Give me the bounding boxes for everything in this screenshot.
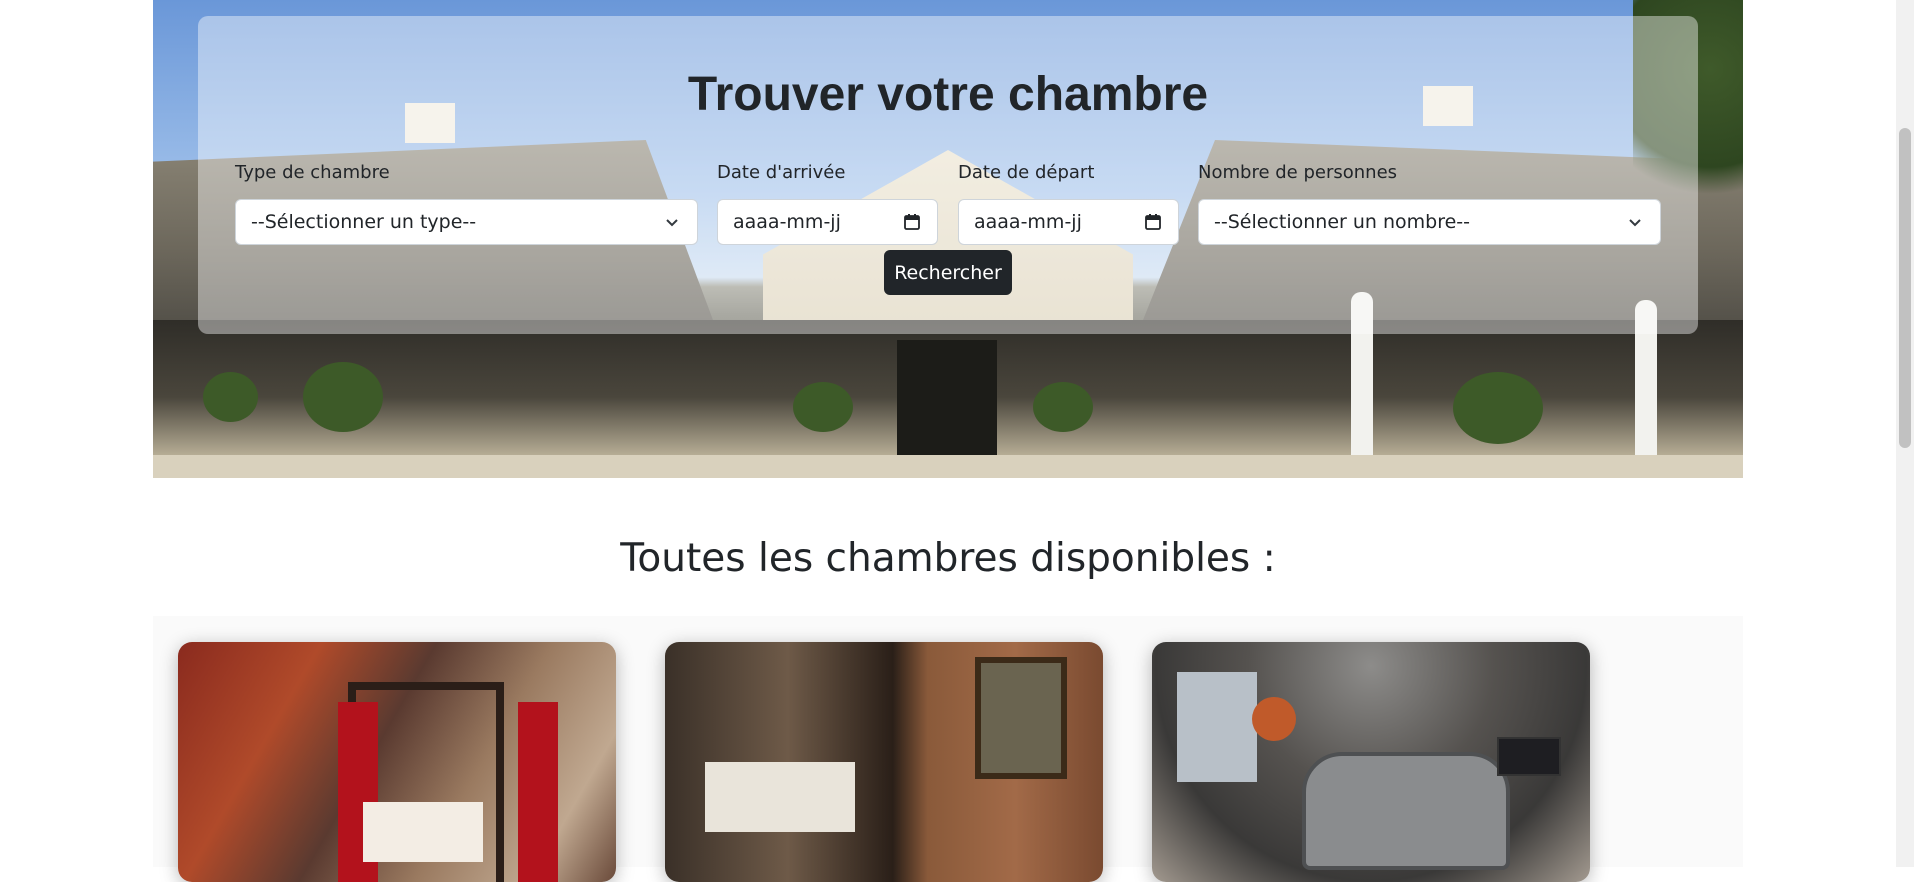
rooms-section-title: Toutes les chambres disponibles : — [620, 536, 1276, 581]
room-image — [665, 642, 1103, 882]
scrollbar-thumb[interactable] — [1899, 128, 1911, 448]
arrival-label: Date d'arrivée — [717, 162, 846, 183]
hero-door — [897, 340, 997, 460]
room-card[interactable] — [665, 642, 1103, 882]
arrival-date-input[interactable]: aaaa-mm-jj — [717, 199, 938, 245]
room-type-value: --Sélectionner un type-- — [251, 211, 477, 233]
room-type-label: Type de chambre — [235, 162, 390, 183]
hero-plant — [1033, 382, 1093, 432]
search-button[interactable]: Rechercher — [884, 250, 1012, 295]
room-card[interactable] — [178, 642, 616, 882]
search-panel: Trouver votre chambre Type de chambre --… — [198, 16, 1698, 334]
calendar-icon[interactable] — [1143, 212, 1163, 232]
room-image — [178, 642, 616, 882]
arrival-value: aaaa-mm-jj — [733, 211, 841, 233]
planet-decoration — [1252, 697, 1296, 741]
chevron-down-icon — [662, 212, 682, 232]
guests-value: --Sélectionner un nombre-- — [1214, 211, 1471, 233]
window — [1177, 672, 1257, 782]
chevron-down-icon — [1625, 212, 1645, 232]
hero-floor — [153, 455, 1743, 478]
departure-date-input[interactable]: aaaa-mm-jj — [958, 199, 1179, 245]
bed — [705, 762, 855, 832]
room-image — [1152, 642, 1590, 882]
hero-plant — [203, 372, 258, 422]
guests-label: Nombre de personnes — [1198, 162, 1398, 183]
search-title: Trouver votre chambre — [687, 68, 1209, 121]
hero-plant — [1453, 372, 1543, 444]
departure-label: Date de départ — [958, 162, 1095, 183]
departure-value: aaaa-mm-jj — [974, 211, 1082, 233]
room-type-select[interactable]: --Sélectionner un type-- — [235, 199, 698, 245]
guests-select[interactable]: --Sélectionner un nombre-- — [1198, 199, 1661, 245]
curtain — [518, 702, 558, 882]
bed — [363, 802, 483, 862]
portrait-frame — [975, 657, 1067, 779]
calendar-icon[interactable] — [902, 212, 922, 232]
hero-plant — [303, 362, 383, 432]
tv — [1497, 737, 1561, 776]
spaceship-bed — [1302, 752, 1510, 870]
hero-plant — [793, 382, 853, 432]
room-card[interactable] — [1152, 642, 1590, 882]
